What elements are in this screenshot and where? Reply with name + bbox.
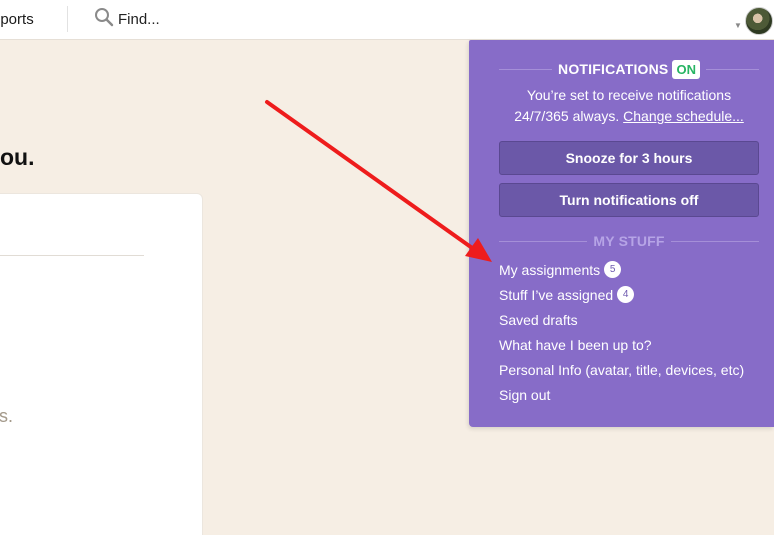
notifications-title: NOTIFICATIONS: [558, 61, 669, 77]
card-text: s.: [0, 406, 14, 426]
change-schedule-link[interactable]: Change schedule...: [623, 108, 744, 124]
count-badge: 4: [617, 286, 635, 303]
find-search-button[interactable]: Find...: [94, 7, 160, 32]
content-card: s.: [0, 193, 203, 535]
count-badge: 5: [604, 261, 622, 278]
menu-item-label: Sign out: [499, 386, 551, 403]
menu-item-label: Saved drafts: [499, 311, 578, 328]
my-stuff-header: MY STUFF: [499, 231, 759, 251]
notifications-schedule-text: 24/7/365 always.: [514, 108, 620, 124]
menu-item-label: Stuff I’ve assigned: [499, 286, 614, 303]
avatar[interactable]: [744, 7, 773, 35]
menu-item-stuff-ive-assigned[interactable]: Stuff I’ve assigned 4: [499, 282, 769, 307]
page-heading: ou.: [0, 144, 35, 170]
notifications-message-line2: 24/7/365 always. Change schedule...: [489, 106, 769, 127]
menu-item-personal-info[interactable]: Personal Info (avatar, title, devices, e…: [499, 357, 769, 382]
my-stuff-title: MY STUFF: [593, 233, 665, 249]
nav-link-reports[interactable]: eports: [0, 11, 34, 28]
status-badge: ON: [672, 59, 700, 79]
account-dropdown: NOTIFICATIONS ON You’re set to receive n…: [469, 40, 774, 427]
notifications-message-line1: You’re set to receive notifications: [526, 87, 732, 103]
menu-item-saved-drafts[interactable]: Saved drafts: [499, 307, 769, 332]
snooze-button[interactable]: Snooze for 3 hours: [499, 141, 759, 175]
turn-notifications-off-button[interactable]: Turn notifications off: [499, 183, 759, 217]
top-navigation-bar: eports Find... ▼: [0, 0, 774, 40]
menu-item-sign-out[interactable]: Sign out: [499, 382, 769, 407]
menu-item-label: What have I been up to?: [499, 336, 652, 353]
menu-item-label: Personal Info (avatar, title, devices, e…: [499, 361, 745, 378]
my-stuff-menu: My assignments 5 Stuff I’ve assigned 4 S…: [499, 257, 769, 407]
menu-item-my-assignments[interactable]: My assignments 5: [499, 257, 769, 282]
find-label: Find...: [118, 10, 160, 28]
account-menu-toggle[interactable]: ▼: [734, 5, 774, 37]
search-icon: [94, 7, 114, 32]
notifications-header: NOTIFICATIONS ON: [499, 59, 759, 79]
menu-item-activity[interactable]: What have I been up to?: [499, 332, 769, 357]
menu-item-label: My assignments: [499, 261, 601, 278]
card-divider: [0, 255, 144, 256]
notifications-message: You’re set to receive notifications 24/7…: [489, 85, 769, 127]
chevron-down-icon: ▼: [734, 20, 742, 30]
nav-divider: [67, 6, 68, 32]
